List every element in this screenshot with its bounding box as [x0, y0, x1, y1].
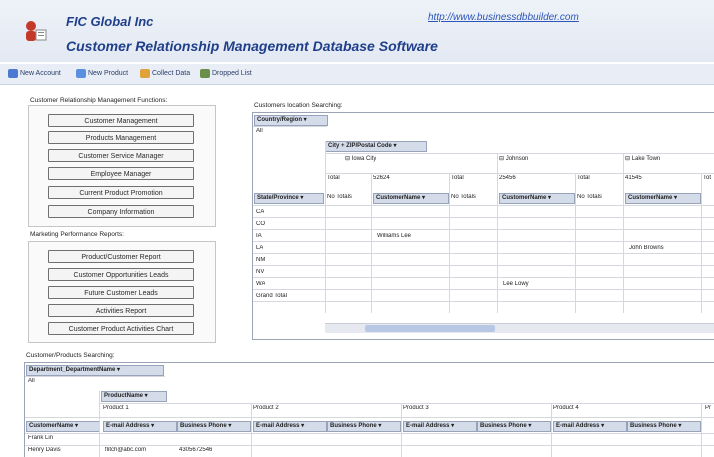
no-totals-label: No Totals — [327, 194, 352, 200]
website-link[interactable]: http://www.businessdbbuilder.com — [428, 12, 579, 23]
product-title: Customer Relationship Management Databas… — [66, 38, 438, 54]
state-row-label: LA — [256, 245, 264, 251]
customer-row-label: Frank Lin — [28, 435, 54, 441]
business-phone-field[interactable]: Business Phone ▾ — [477, 421, 551, 432]
products-search-title: Customer/Products Searching: — [26, 352, 115, 359]
company-logo-icon — [26, 21, 47, 41]
product-customer-report-button[interactable]: Product/Customer Report — [48, 250, 194, 263]
zip-header: 41545 — [625, 175, 642, 181]
current-product-promotion-button[interactable]: Current Product Promotion — [48, 186, 194, 199]
employee-manager-button[interactable]: Employee Manager — [48, 167, 194, 180]
collect-icon — [140, 68, 150, 78]
list-icon — [200, 68, 210, 78]
marketing-reports-title: Marketing Performance Reports: — [30, 231, 124, 238]
no-totals-label: No Totals — [451, 194, 476, 200]
business-phone-field[interactable]: Business Phone ▾ — [177, 421, 251, 432]
horizontal-scrollbar[interactable] — [325, 323, 714, 333]
customer-opportunities-leads-button[interactable]: Customer Opportunities Leads — [48, 268, 194, 281]
state-row-label: NV — [256, 269, 265, 275]
new-account-button[interactable]: New Account — [8, 68, 61, 80]
product-name-field[interactable]: ProductName ▾ — [101, 391, 167, 402]
business-phone-field[interactable]: Business Phone ▾ — [627, 421, 701, 432]
zip-header: 52624 — [373, 175, 390, 181]
state-province-field[interactable]: State/Province ▾ — [254, 193, 324, 204]
customer-row-label: Henry Davis — [28, 447, 61, 453]
product-header: Pr — [705, 405, 711, 411]
country-region-field[interactable]: Country/Region ▾ — [254, 115, 328, 126]
future-customer-leads-button[interactable]: Future Customer Leads — [48, 286, 194, 299]
state-row-label: CO — [256, 221, 265, 227]
customer-name-field[interactable]: CustomerName ▾ — [26, 421, 100, 432]
location-search-title: Customers location Searching: — [254, 102, 343, 109]
dropped-list-button[interactable]: Dropped List — [200, 68, 252, 80]
state-row-label: WA — [256, 281, 266, 287]
state-row-label: NM — [256, 257, 266, 263]
crm-functions-title: Customer Relationship Management Functio… — [30, 97, 168, 104]
product-header: Product 2 — [253, 405, 279, 411]
email-address-field[interactable]: E-mail Address ▾ — [403, 421, 477, 432]
customer-name-field[interactable]: CustomerName ▾ — [499, 193, 575, 204]
total-header: Total — [327, 175, 340, 181]
company-information-button[interactable]: Company Information — [48, 205, 194, 218]
product-header: Product 4 — [553, 405, 579, 411]
location-pivot-table: Country/Region ▾ All City + ZIP/Postal C… — [252, 112, 714, 340]
company-name: FIC Global Inc — [66, 14, 154, 29]
email-address-field[interactable]: E-mail Address ▾ — [103, 421, 177, 432]
new-product-button[interactable]: New Product — [76, 68, 128, 80]
products-pivot-table: Department_DepartmentName ▾ All ProductN… — [24, 362, 714, 457]
city-header[interactable]: ⊟ Iowa City — [345, 155, 376, 162]
email-cell: flitch@abc.com — [105, 447, 147, 453]
city-header[interactable]: ⊟ Lake Town — [625, 155, 660, 162]
collect-data-button[interactable]: Collect Data — [140, 68, 190, 80]
business-phone-field[interactable]: Business Phone ▾ — [327, 421, 401, 432]
customer-name-field[interactable]: CustomerName ▾ — [625, 193, 701, 204]
product-icon — [76, 68, 86, 78]
total-header: Tot — [703, 175, 712, 181]
zip-header: 25456 — [499, 175, 516, 181]
app-header: FIC Global Inc Customer Relationship Man… — [0, 0, 714, 62]
product-header: Product 1 — [103, 405, 129, 411]
products-management-button[interactable]: Products Management — [48, 131, 194, 144]
customer-entry[interactable]: Williams Lee — [377, 233, 411, 239]
email-address-field[interactable]: E-mail Address ▾ — [553, 421, 627, 432]
city-header[interactable]: ⊟ Johnson — [499, 155, 528, 162]
total-header: Total — [451, 175, 464, 181]
department-value: All — [28, 378, 35, 384]
total-header: Total — [577, 175, 590, 181]
city-zip-field[interactable]: City + ZIP/Postal Code ▾ — [325, 141, 427, 152]
scroll-thumb[interactable] — [365, 325, 495, 332]
state-row-label: IA — [256, 233, 262, 239]
product-header: Product 3 — [403, 405, 429, 411]
customer-management-button[interactable]: Customer Management — [48, 114, 194, 127]
phone-cell: 4305672546 — [179, 447, 213, 453]
no-totals-label: No Totals — [577, 194, 602, 200]
email-address-field[interactable]: E-mail Address ▾ — [253, 421, 327, 432]
customer-product-activities-chart-button[interactable]: Customer Product Activities Chart — [48, 322, 194, 335]
account-icon — [8, 68, 18, 78]
department-field[interactable]: Department_DepartmentName ▾ — [26, 365, 164, 376]
toolbar: New Account New Product Collect Data Dro… — [0, 64, 714, 85]
customer-entry[interactable]: John Browns — [629, 245, 664, 251]
country-region-value: All — [256, 128, 263, 134]
activities-report-button[interactable]: Activities Report — [48, 304, 194, 317]
state-row-label: Grand Total — [256, 293, 287, 299]
customer-service-manager-button[interactable]: Customer Service Manager — [48, 149, 194, 162]
state-row-label: CA — [256, 209, 265, 215]
customer-entry[interactable]: Lee Lowy — [503, 281, 529, 287]
customer-name-field[interactable]: CustomerName ▾ — [373, 193, 449, 204]
